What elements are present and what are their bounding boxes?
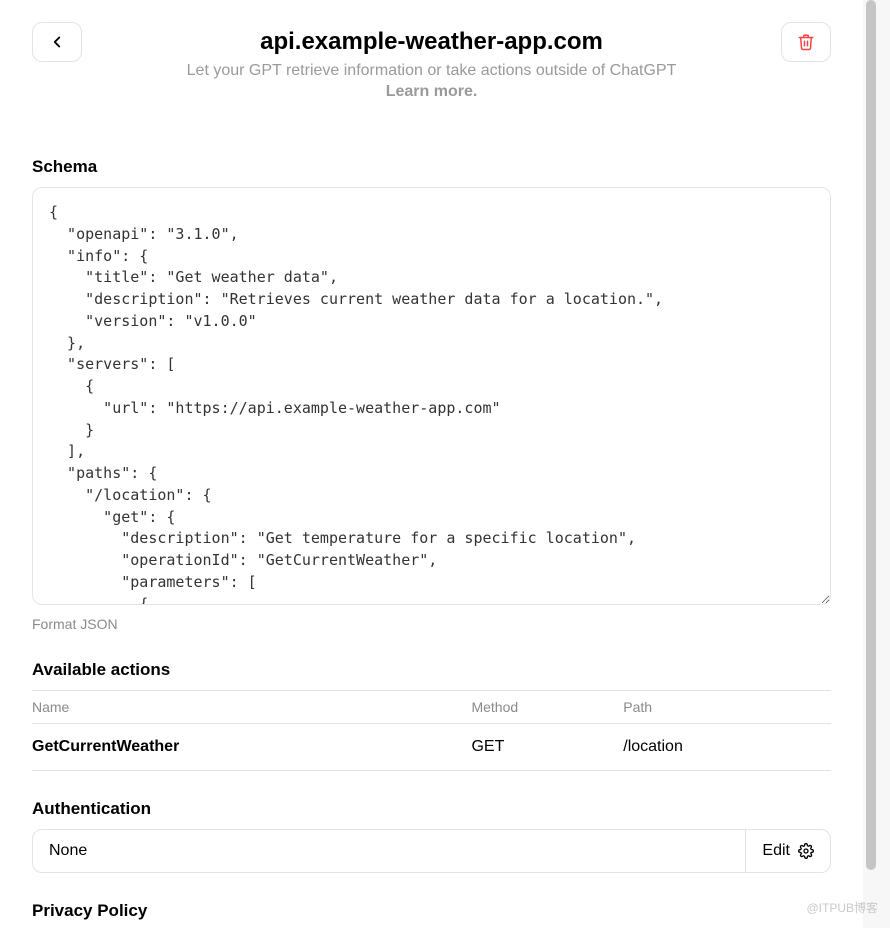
authentication-label: Authentication bbox=[32, 799, 831, 819]
schema-section: Schema Format JSON bbox=[32, 157, 831, 632]
format-json-link[interactable]: Format JSON bbox=[32, 616, 831, 632]
available-actions-section: Available actions Name Method Path GetCu… bbox=[32, 660, 831, 771]
header-center: api.example-weather-app.com Let your GPT… bbox=[82, 22, 781, 101]
learn-more-link[interactable]: Learn more. bbox=[82, 83, 781, 101]
actions-table: Name Method Path GetCurrentWeather GET /… bbox=[32, 690, 831, 771]
authentication-row: None Edit bbox=[32, 829, 831, 873]
schema-textarea[interactable] bbox=[32, 187, 831, 605]
trash-icon bbox=[797, 33, 815, 51]
authentication-value: None bbox=[33, 830, 745, 872]
actions-header-name: Name bbox=[32, 691, 471, 724]
back-button[interactable] bbox=[32, 22, 82, 62]
gear-icon bbox=[798, 843, 814, 859]
chevron-left-icon bbox=[48, 33, 66, 51]
header-row: api.example-weather-app.com Let your GPT… bbox=[32, 22, 831, 101]
delete-button[interactable] bbox=[781, 22, 831, 62]
actions-header-path: Path bbox=[623, 691, 831, 724]
action-path: /location bbox=[623, 724, 831, 771]
outer-scrollbar-track[interactable] bbox=[863, 0, 890, 928]
available-actions-label: Available actions bbox=[32, 660, 831, 680]
page-subtitle: Let your GPT retrieve information or tak… bbox=[82, 59, 781, 83]
action-method: GET bbox=[471, 724, 623, 771]
edit-label: Edit bbox=[762, 842, 790, 860]
action-name: GetCurrentWeather bbox=[32, 724, 471, 771]
outer-scrollbar-thumb[interactable] bbox=[866, 0, 876, 870]
schema-label: Schema bbox=[32, 157, 831, 177]
privacy-policy-label: Privacy Policy bbox=[32, 901, 831, 921]
actions-header-method: Method bbox=[471, 691, 623, 724]
page-title: api.example-weather-app.com bbox=[82, 26, 781, 57]
table-row: GetCurrentWeather GET /location bbox=[32, 724, 831, 771]
privacy-policy-section: Privacy Policy bbox=[32, 901, 831, 928]
authentication-section: Authentication None Edit bbox=[32, 799, 831, 873]
authentication-edit-button[interactable]: Edit bbox=[745, 830, 830, 872]
